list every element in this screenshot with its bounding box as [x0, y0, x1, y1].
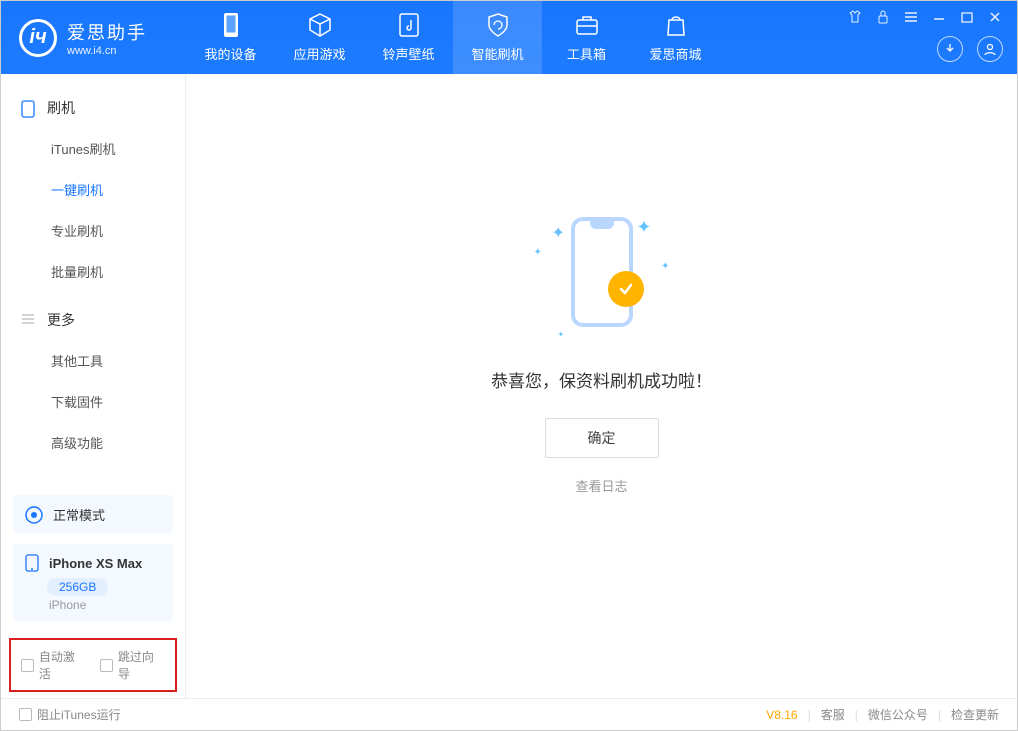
tshirt-icon[interactable]: [847, 9, 863, 25]
checkbox-icon: [21, 659, 34, 672]
sidebar-header-more[interactable]: 更多: [1, 300, 185, 340]
checkmark-badge-icon: [608, 271, 644, 307]
sparkle-icon: ✦: [661, 261, 669, 272]
menu-icon[interactable]: [903, 9, 919, 25]
view-log-link[interactable]: 查看日志: [575, 476, 627, 495]
briefcase-icon: [574, 12, 600, 38]
device-card-icon: [25, 554, 41, 572]
mode-icon: [25, 506, 43, 524]
support-link[interactable]: 客服: [821, 706, 845, 723]
success-illustration: ✦ ✦ ✦ ✦ ✦: [522, 217, 682, 347]
body-area: 刷机 iTunes刷机 一键刷机 专业刷机 批量刷机 更多 其他工具 下载固件 …: [1, 74, 1017, 698]
logo-icon: iч: [19, 19, 57, 57]
mode-label: 正常模式: [53, 505, 105, 524]
device-type: iPhone: [49, 598, 161, 612]
nav-tabs: 我的设备 应用游戏 铃声壁纸 智能刷机 工具箱 爱思商城: [186, 1, 720, 74]
music-note-icon: [396, 12, 422, 38]
sidebar-item-other-tools[interactable]: 其他工具: [1, 340, 185, 381]
download-button[interactable]: [937, 36, 963, 62]
mode-card[interactable]: 正常模式: [13, 495, 173, 534]
sidebar-header-flash[interactable]: 刷机: [1, 88, 185, 128]
shield-refresh-icon: [485, 12, 511, 38]
tab-my-device[interactable]: 我的设备: [186, 1, 275, 74]
sparkle-icon: ✦: [552, 223, 565, 243]
sparkle-icon: ✦: [636, 217, 651, 238]
tab-toolbox[interactable]: 工具箱: [542, 1, 631, 74]
sidebar-group-flash: 刷机 iTunes刷机 一键刷机 专业刷机 批量刷机: [1, 88, 185, 300]
capacity-badge: 256GB: [47, 578, 108, 596]
sidebar-item-batch-flash[interactable]: 批量刷机: [1, 251, 185, 292]
device-card[interactable]: iPhone XS Max 256GB iPhone: [13, 544, 173, 622]
brand-name: 爱思助手: [67, 19, 147, 45]
wechat-link[interactable]: 微信公众号: [868, 706, 928, 723]
titlebar: iч 爱思助手 www.i4.cn 我的设备 应用游戏 铃声壁纸 智能刷机 工具…: [1, 1, 1017, 74]
cube-icon: [307, 12, 333, 38]
ok-button[interactable]: 确定: [545, 418, 659, 458]
lock-icon[interactable]: [875, 9, 891, 25]
checkbox-icon: [19, 708, 32, 721]
bag-icon: [663, 12, 689, 38]
main-content: ✦ ✦ ✦ ✦ ✦ 恭喜您，保资料刷机成功啦！ 确定 查看日志: [186, 74, 1017, 698]
version-label: V8.16: [766, 708, 797, 722]
sidebar-item-pro-flash[interactable]: 专业刷机: [1, 210, 185, 251]
statusbar: 阻止iTunes运行 V8.16 | 客服 | 微信公众号 | 检查更新: [1, 698, 1017, 730]
sparkle-icon: ✦: [534, 247, 542, 258]
brand-url: www.i4.cn: [67, 45, 147, 57]
sidebar-group-more: 更多 其他工具 下载固件 高级功能: [1, 300, 185, 471]
phone-icon: [218, 12, 244, 38]
tab-smart-flash[interactable]: 智能刷机: [453, 1, 542, 74]
success-message: 恭喜您，保资料刷机成功啦！: [491, 367, 712, 392]
check-update-link[interactable]: 检查更新: [951, 706, 999, 723]
maximize-button[interactable]: [959, 9, 975, 25]
option-auto-activate[interactable]: 自动激活: [21, 648, 86, 682]
option-skip-guide[interactable]: 跳过向导: [100, 648, 165, 682]
tab-store[interactable]: 爱思商城: [631, 1, 720, 74]
sidebar-item-itunes-flash[interactable]: iTunes刷机: [1, 128, 185, 169]
user-button[interactable]: [977, 36, 1003, 62]
sparkle-icon: ✦: [558, 330, 565, 339]
logo-area[interactable]: iч 爱思助手 www.i4.cn: [1, 19, 186, 57]
tab-app-games[interactable]: 应用游戏: [275, 1, 364, 74]
window-controls: [847, 1, 1017, 74]
minimize-button[interactable]: [931, 9, 947, 25]
device-small-icon: [21, 100, 37, 116]
device-name: iPhone XS Max: [49, 556, 142, 571]
sidebar-item-advanced[interactable]: 高级功能: [1, 422, 185, 463]
tab-ringtone-wallpaper[interactable]: 铃声壁纸: [364, 1, 453, 74]
checkbox-icon: [100, 659, 113, 672]
close-button[interactable]: [987, 9, 1003, 25]
list-icon: [21, 312, 37, 328]
option-block-itunes[interactable]: 阻止iTunes运行: [19, 706, 121, 723]
sidebar-item-oneclick-flash[interactable]: 一键刷机: [1, 169, 185, 210]
options-highlight-box: 自动激活 跳过向导: [9, 638, 177, 692]
sidebar-item-download-firmware[interactable]: 下载固件: [1, 381, 185, 422]
sidebar: 刷机 iTunes刷机 一键刷机 专业刷机 批量刷机 更多 其他工具 下载固件 …: [1, 74, 186, 698]
